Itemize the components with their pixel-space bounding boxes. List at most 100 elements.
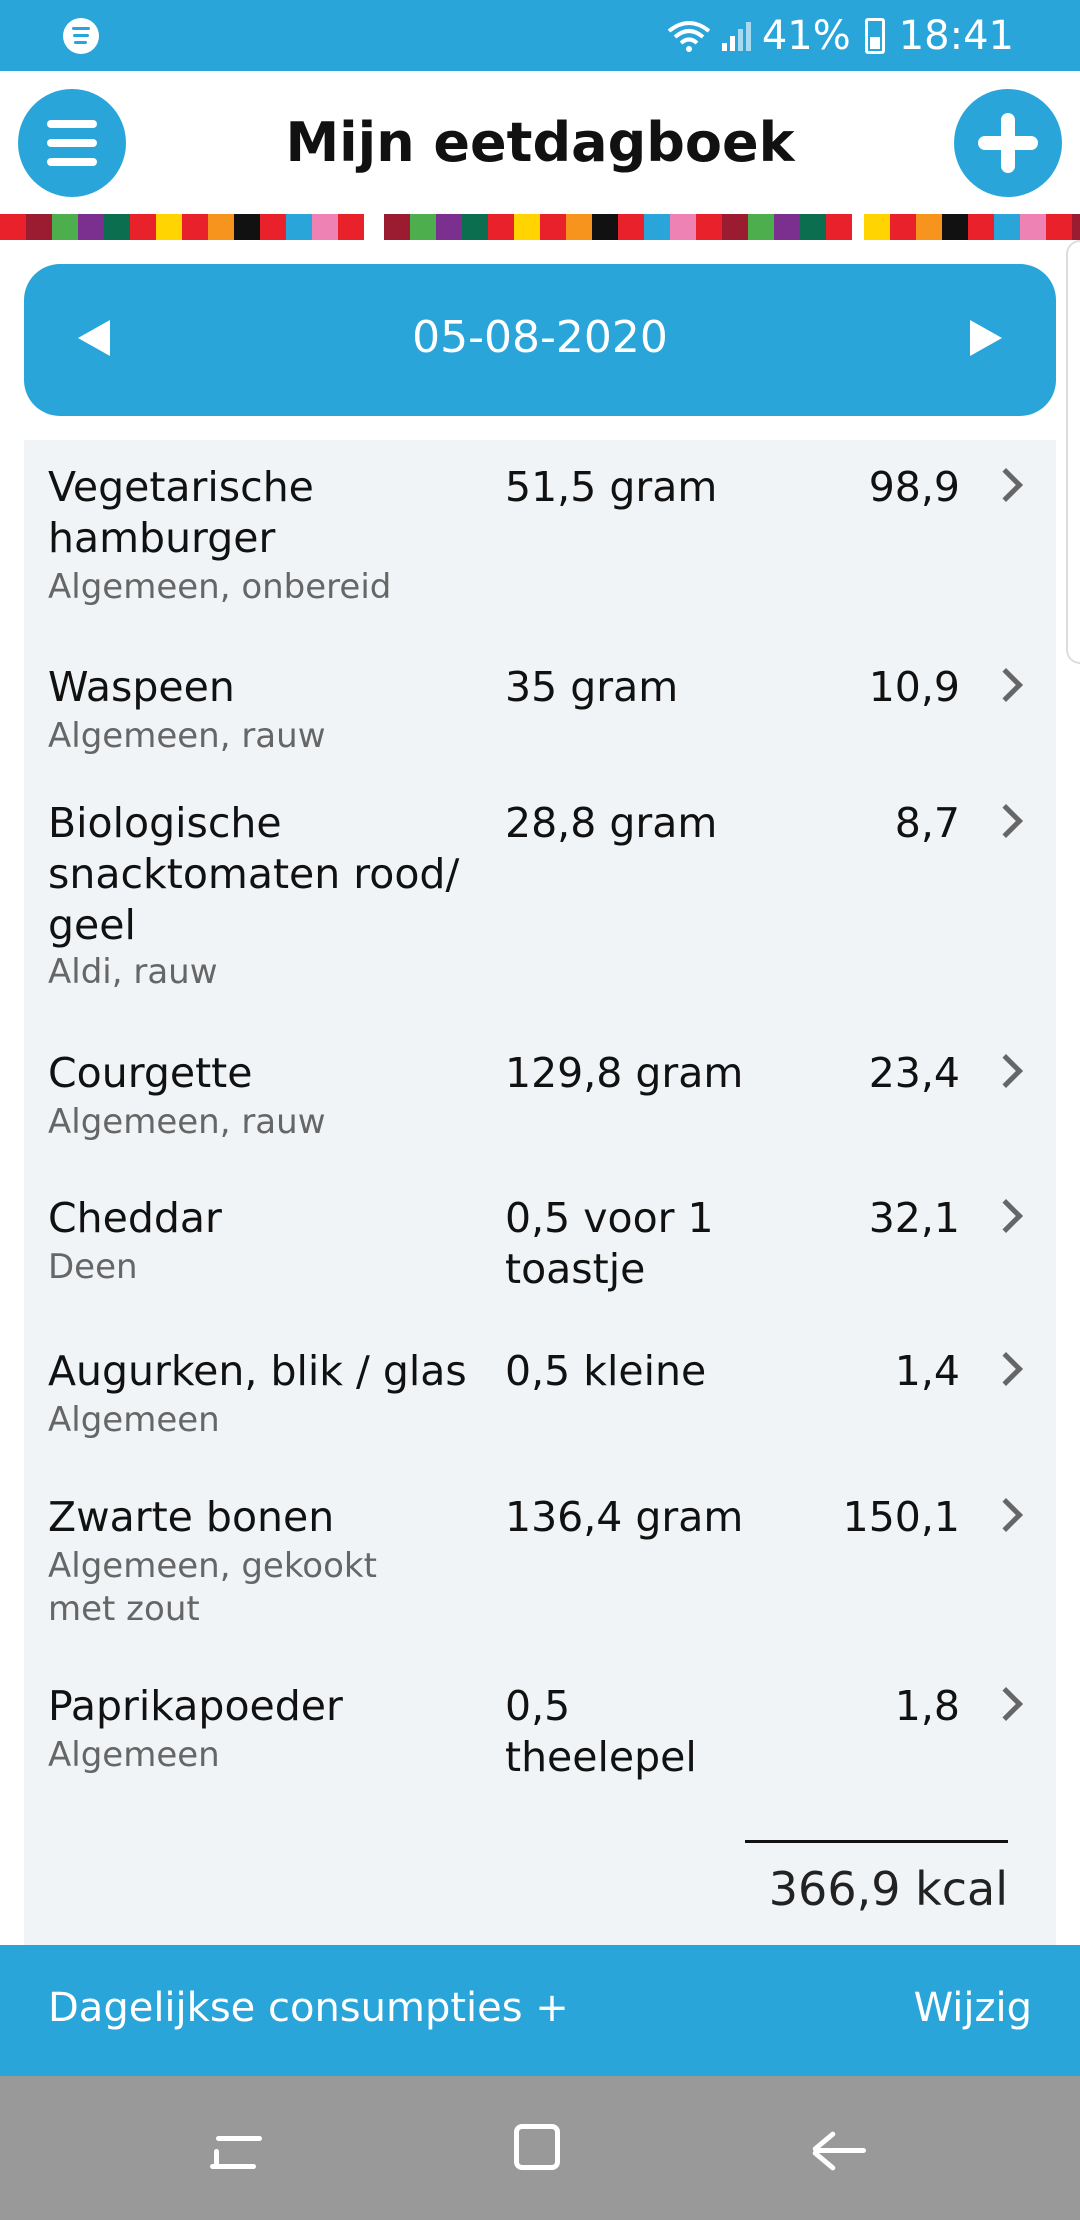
- battery-percentage: 41%: [761, 13, 851, 59]
- food-source: Algemeen, rauw: [48, 1101, 488, 1144]
- system-nav-bar: [0, 2076, 1080, 2220]
- add-entry-button[interactable]: [954, 89, 1062, 197]
- food-name: Augurken, blik / glas: [48, 1346, 488, 1397]
- stripe-block: [968, 214, 994, 240]
- food-source-line: Algemeen: [48, 1735, 220, 1775]
- stripe-block: [410, 214, 436, 240]
- food-quantity-line: 129,8 gram: [505, 1049, 744, 1097]
- stripe-block: [1020, 214, 1046, 240]
- stripe-block: [994, 214, 1020, 240]
- stripe-block: [592, 214, 618, 240]
- chevron-right-icon: [989, 804, 1023, 838]
- footer-bar: Dagelijkse consumpties + Wijzig: [0, 1945, 1080, 2076]
- arrow-right-icon[interactable]: [970, 320, 1002, 356]
- food-source-line: Deen: [48, 1247, 138, 1287]
- stripe-block: [1072, 214, 1080, 240]
- nav-home-icon[interactable]: [514, 2124, 560, 2170]
- stripe-block: [748, 214, 774, 240]
- page-title: Mijn eetdagboek: [285, 111, 795, 174]
- food-kcal: 150,1: [842, 1493, 960, 1541]
- food-kcal: 23,4: [868, 1049, 960, 1097]
- stripe-block: [942, 214, 968, 240]
- food-source-line: Algemeen, gekookt: [48, 1546, 377, 1586]
- food-quantity-line: 35 gram: [505, 663, 679, 711]
- food-kcal: 10,9: [868, 663, 960, 711]
- food-name: Vegetarische hamburger: [48, 462, 488, 564]
- food-quantity-line: 136,4 gram: [505, 1493, 744, 1541]
- scroll-indicator: [1066, 240, 1080, 664]
- stripe-block: [540, 214, 566, 240]
- food-source-line: Algemeen: [48, 1400, 220, 1440]
- food-source-line: Algemeen, rauw: [48, 1102, 326, 1142]
- nav-recent-icon[interactable]: [210, 2128, 262, 2176]
- stripe-block: [864, 214, 890, 240]
- food-name-line: hamburger: [48, 514, 276, 562]
- food-name-line: Courgette: [48, 1049, 253, 1097]
- food-name-line: Paprikapoeder: [48, 1682, 343, 1730]
- food-source: Algemeen, gekookt met zout: [48, 1545, 488, 1631]
- stripe-block: [234, 214, 260, 240]
- stripe-block: [104, 214, 130, 240]
- chevron-right-icon: [989, 1498, 1023, 1532]
- food-name-line: Zwarte bonen: [48, 1493, 335, 1541]
- stripe-block: [514, 214, 540, 240]
- food-quantity: 28,8 gram: [505, 798, 750, 849]
- food-name: Waspeen: [48, 662, 488, 713]
- chevron-right-icon: [989, 1352, 1023, 1386]
- stripe-block: [800, 214, 826, 240]
- total-divider: [745, 1840, 1008, 1843]
- stripe-block: [890, 214, 916, 240]
- stripe-block: [52, 214, 78, 240]
- stripe-block: [462, 214, 488, 240]
- list-item[interactable]: Cheddar Deen 0,5 voor 1 toastje 32,1: [24, 1175, 1056, 1325]
- stripe-block: [670, 214, 696, 240]
- list-item[interactable]: Biologische snacktomaten rood/ geel Aldi…: [24, 780, 1056, 1030]
- current-date[interactable]: 05-08-2020: [24, 312, 1056, 363]
- stripe-block: [260, 214, 286, 240]
- list-item[interactable]: Vegetarische hamburger Algemeen, onberei…: [24, 440, 1056, 635]
- food-name: Courgette: [48, 1048, 488, 1099]
- total-kcal: 366,9 kcal: [768, 1862, 1008, 1916]
- stripe-block: [182, 214, 208, 240]
- food-quantity-line: theelepel: [505, 1733, 697, 1781]
- edit-button[interactable]: Wijzig: [914, 1985, 1032, 2031]
- food-name: Biologische snacktomaten rood/ geel: [48, 798, 488, 951]
- stripe-block: [644, 214, 670, 240]
- food-quantity-line: 0,5 voor 1: [505, 1194, 714, 1242]
- stripe-block: [338, 214, 364, 240]
- food-name-line: Augurken, blik / glas: [48, 1347, 467, 1395]
- stripe-block: [0, 214, 26, 240]
- food-list: Vegetarische hamburger Algemeen, onberei…: [24, 440, 1056, 1945]
- food-kcal: 1,8: [894, 1682, 960, 1730]
- date-navigator: 05-08-2020: [24, 264, 1056, 416]
- food-quantity: 35 gram: [505, 662, 750, 713]
- status-bar: 41% 18:41: [0, 0, 1080, 71]
- list-item[interactable]: Waspeen Algemeen, rauw 35 gram 10,9: [24, 635, 1056, 780]
- food-name-line: geel: [48, 901, 136, 949]
- food-quantity-line: toastje: [505, 1245, 646, 1293]
- food-source-line: Aldi, rauw: [48, 952, 218, 992]
- stripe-block: [286, 214, 312, 240]
- spotify-icon: [63, 18, 99, 54]
- food-name: Paprikapoeder: [48, 1681, 488, 1732]
- stripe-block: [384, 214, 410, 240]
- list-item[interactable]: Courgette Algemeen, rauw 129,8 gram 23,4: [24, 1030, 1056, 1175]
- food-source: Aldi, rauw: [48, 951, 488, 994]
- stripe-block: [696, 214, 722, 240]
- food-name-line: Biologische: [48, 799, 282, 847]
- stripe-block: [916, 214, 942, 240]
- nav-back-icon[interactable]: [811, 2126, 868, 2176]
- stripe-block: [78, 214, 104, 240]
- chevron-right-icon: [989, 668, 1023, 702]
- list-item[interactable]: Paprikapoeder Algemeen 0,5 theelepel 1,8: [24, 1665, 1056, 1820]
- list-item[interactable]: Zwarte bonen Algemeen, gekookt met zout …: [24, 1475, 1056, 1665]
- stripe-block: [826, 214, 852, 240]
- stripe-block: [436, 214, 462, 240]
- daily-consumptions-button[interactable]: Dagelijkse consumpties +: [48, 1985, 569, 2031]
- food-quantity-line: 28,8 gram: [505, 799, 718, 847]
- stripe-block: [618, 214, 644, 240]
- food-quantity: 129,8 gram: [505, 1048, 750, 1099]
- food-quantity: 51,5 gram: [505, 462, 750, 513]
- list-item[interactable]: Augurken, blik / glas Algemeen 0,5 klein…: [24, 1325, 1056, 1475]
- food-source-line: met zout: [48, 1589, 200, 1629]
